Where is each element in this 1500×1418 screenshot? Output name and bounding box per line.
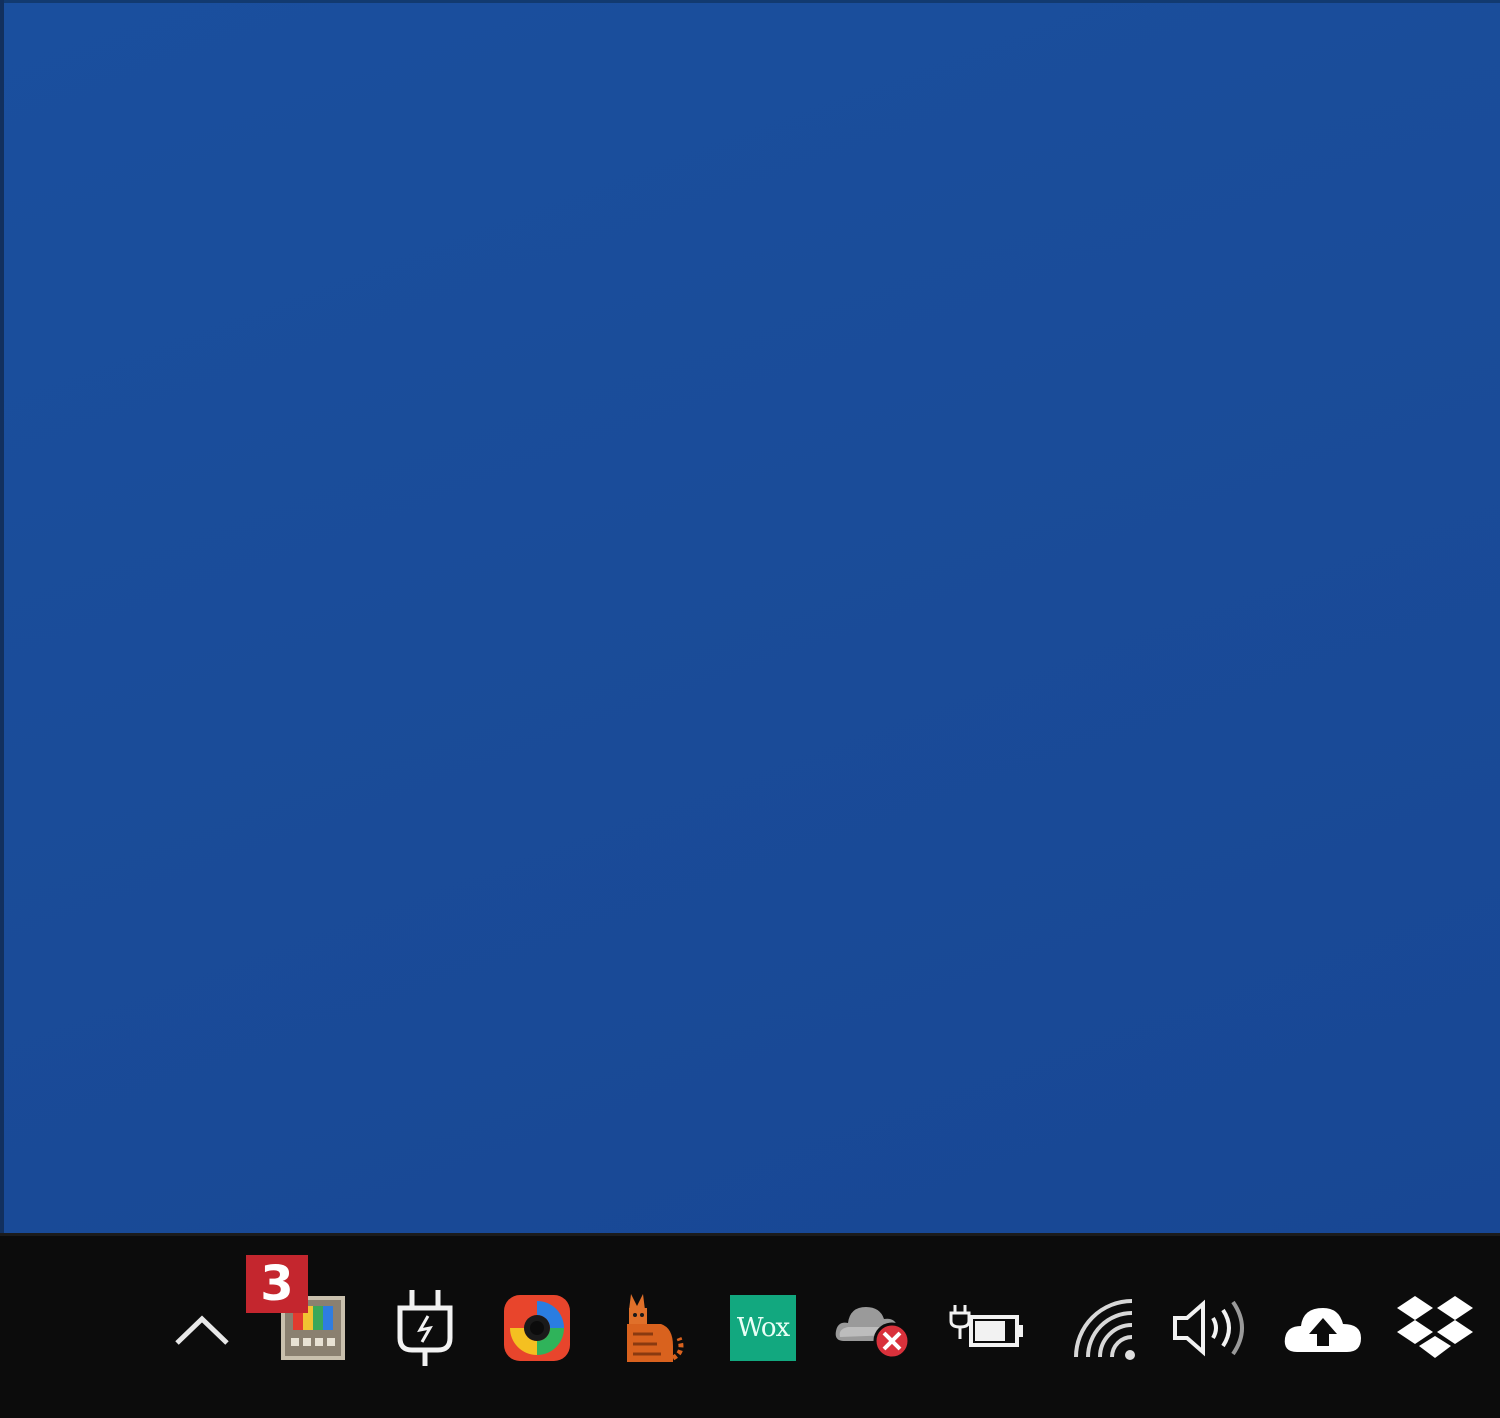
dropbox-tray-button[interactable] bbox=[1390, 1283, 1480, 1373]
show-hidden-icons-button[interactable] bbox=[157, 1283, 247, 1373]
cloud-upload-icon bbox=[1284, 1308, 1361, 1352]
power-plug-icon bbox=[397, 1290, 453, 1366]
dropbox-icon bbox=[1397, 1296, 1473, 1358]
colorful-ring-icon bbox=[504, 1295, 570, 1361]
wox-label: Wox bbox=[736, 1313, 790, 1343]
power-plug-tray-button[interactable] bbox=[380, 1283, 470, 1373]
chevron-up-icon bbox=[175, 1315, 229, 1345]
notification-count-badge: 3 bbox=[246, 1255, 308, 1313]
wox-launcher-tray-button[interactable]: Wox bbox=[718, 1283, 808, 1373]
wifi-icon bbox=[1074, 1299, 1135, 1360]
cloud-upload-tray-button[interactable] bbox=[1278, 1283, 1368, 1373]
onedrive-error-tray-button[interactable] bbox=[830, 1283, 920, 1373]
desktop-background bbox=[0, 0, 1500, 1233]
cloud-error-icon bbox=[835, 1307, 911, 1360]
wifi-tray-button[interactable] bbox=[1057, 1283, 1147, 1373]
speaker-icon bbox=[1173, 1299, 1244, 1357]
cat-icon bbox=[627, 1294, 684, 1362]
battery-tray-button[interactable] bbox=[942, 1283, 1032, 1373]
battery-plug-icon bbox=[949, 1305, 1023, 1347]
volume-tray-button[interactable] bbox=[1167, 1283, 1257, 1373]
colorful-ring-app-tray-button[interactable] bbox=[492, 1283, 582, 1373]
cat-app-tray-button[interactable] bbox=[605, 1283, 695, 1373]
wox-icon: Wox bbox=[730, 1295, 796, 1361]
